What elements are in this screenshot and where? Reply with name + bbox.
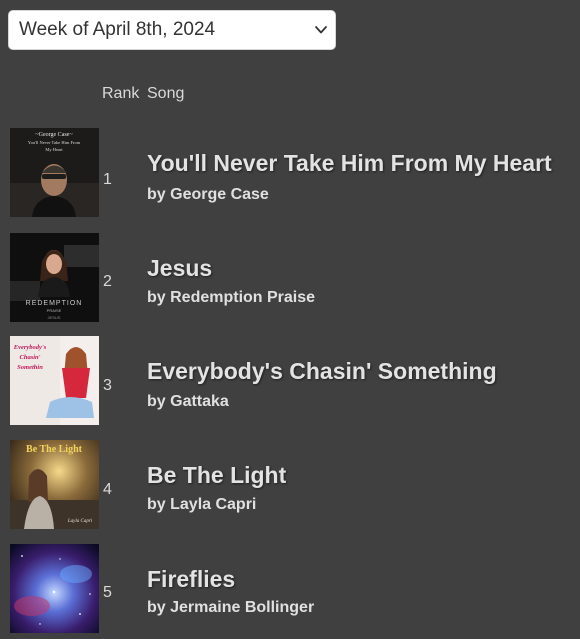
album-cover (10, 544, 99, 633)
song-artist: by Redemption Praise (147, 289, 316, 306)
song-artist: by Gattaka (147, 393, 229, 410)
song-artist: by Jermaine Bollinger (147, 599, 315, 616)
svg-text:Chasin': Chasin' (20, 354, 41, 361)
rank-number: 5 (103, 584, 112, 601)
svg-text:PRAISE: PRAISE (47, 308, 62, 313)
song-title[interactable]: You'll Never Take Him From My Heart (147, 150, 552, 177)
week-select[interactable]: Week of April 8th, 2024 (8, 10, 336, 50)
song-column-header: Song (147, 85, 185, 102)
song-title[interactable]: Jesus (147, 255, 212, 282)
svg-text:JESUS: JESUS (48, 315, 61, 320)
song-row[interactable]: Everybody's Chasin' Somethin 3 Everybody… (0, 336, 580, 436)
chart-page: Week of April 8th, 2024 Rank Song ~Georg… (0, 0, 580, 639)
rank-number: 2 (103, 273, 112, 290)
svg-text:Somethin: Somethin (17, 364, 43, 371)
svg-text:Everybody's: Everybody's (13, 344, 47, 351)
song-title[interactable]: Fireflies (147, 566, 235, 593)
song-row[interactable]: 5 Fireflies by Jermaine Bollinger (0, 544, 580, 639)
album-cover: ~George Case~ You'll Never Take Him From… (10, 128, 99, 217)
rank-number: 1 (103, 171, 112, 188)
svg-text:You'll Never Take Him From: You'll Never Take Him From (28, 140, 81, 145)
song-title[interactable]: Everybody's Chasin' Something (147, 358, 497, 385)
album-cover: REDEMPTION PRAISE JESUS (10, 233, 99, 322)
svg-text:My Heart: My Heart (45, 147, 63, 152)
album-cover: Be The Light Layla Capri (10, 440, 99, 529)
svg-text:~George Case~: ~George Case~ (35, 132, 73, 138)
svg-text:Layla Capri: Layla Capri (67, 519, 93, 524)
song-title[interactable]: Be The Light (147, 462, 286, 489)
song-row[interactable]: ~George Case~ You'll Never Take Him From… (0, 128, 580, 228)
svg-text:Be The Light: Be The Light (26, 444, 83, 455)
rank-number: 4 (103, 481, 112, 498)
song-row[interactable]: REDEMPTION PRAISE JESUS 2 Jesus by Redem… (0, 233, 580, 333)
song-artist: by Layla Capri (147, 496, 257, 513)
song-artist: by George Case (147, 186, 269, 203)
song-row[interactable]: Be The Light Layla Capri 4 Be The Light … (0, 440, 580, 540)
chevron-down-icon (315, 26, 327, 34)
rank-number: 3 (103, 377, 112, 394)
rank-column-header: Rank (102, 85, 140, 102)
album-cover: Everybody's Chasin' Somethin (10, 336, 99, 425)
week-select-value: Week of April 8th, 2024 (19, 19, 216, 40)
svg-text:REDEMPTION: REDEMPTION (26, 300, 83, 307)
